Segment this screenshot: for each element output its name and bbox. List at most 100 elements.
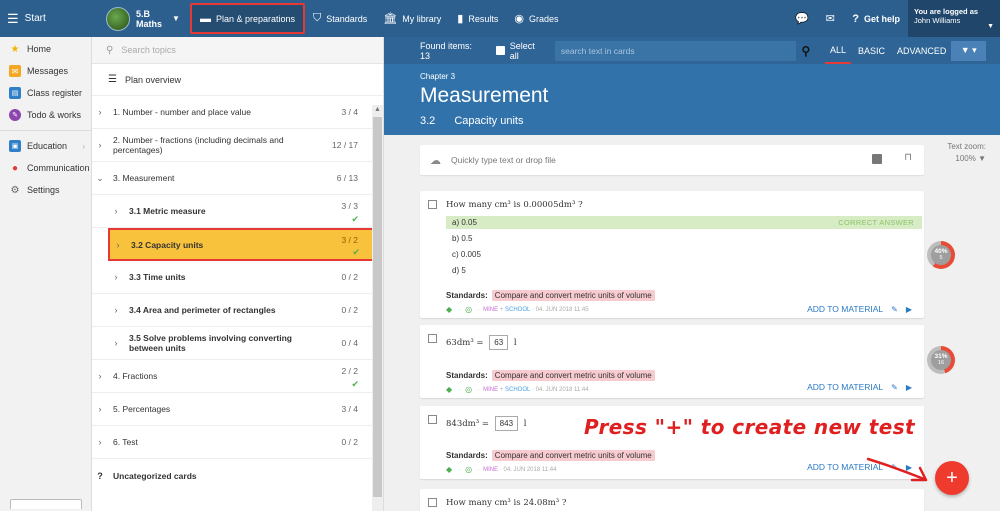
- chat-icon[interactable]: 💬: [788, 12, 816, 25]
- card-question: 63dm³ = 63 l: [446, 335, 517, 350]
- bar-chart-icon: ▮: [457, 13, 464, 25]
- add-test-button[interactable]: +: [935, 461, 969, 495]
- meta-mine: MINE: [483, 466, 499, 473]
- question-card[interactable]: 63dm³ = 63 l Standards: Compare and conv…: [420, 325, 924, 398]
- nav-item-settings[interactable]: ⚙ Settings: [0, 179, 91, 201]
- class-selector[interactable]: 5.B Maths ▼: [106, 6, 180, 31]
- nav-item-communication[interactable]: ● Communication ›: [0, 157, 91, 179]
- get-help-button[interactable]: ? Get help: [844, 13, 908, 25]
- scrollbar-thumb[interactable]: [373, 117, 382, 497]
- topic-item[interactable]: ⌄ 3. Measurement 6 / 13: [92, 162, 372, 195]
- subtopic-item[interactable]: › 3.3 Time units 0 / 2: [92, 261, 372, 294]
- card-checkbox[interactable]: [428, 415, 437, 424]
- tag-icon[interactable]: ◆: [446, 465, 452, 474]
- pencil-icon[interactable]: ✎: [891, 305, 898, 314]
- badge-percent: 40%: [934, 248, 948, 255]
- logged-as-label: You are logged as: [914, 7, 979, 16]
- text-zoom-value: 100%: [955, 154, 976, 163]
- pencil-icon[interactable]: ✎: [891, 383, 898, 392]
- card-checkbox[interactable]: [428, 334, 437, 343]
- nav-item-todo-works[interactable]: ✎ Todo & works: [0, 104, 91, 126]
- globe-icon[interactable]: ◎: [465, 305, 472, 314]
- nav-my-library[interactable]: 🏛 My library: [375, 0, 449, 37]
- subtopic-item[interactable]: › 3.5 Solve problems involving convertin…: [92, 327, 372, 360]
- answer-option-correct: a) 0.05 CORRECT ANSWER: [446, 216, 922, 229]
- search-topics-field[interactable]: ⚲ Search topics: [92, 37, 383, 64]
- answer-option: c) 0.005: [446, 248, 922, 261]
- quick-input[interactable]: ☁ Quickly type text or drop file ⊓: [420, 145, 924, 175]
- filter-funnel-icon[interactable]: ▼ ▾: [951, 40, 987, 61]
- answer-text: a) 0.05: [452, 218, 477, 227]
- topic-item[interactable]: › 1. Number - number and place value 3 /…: [92, 96, 372, 129]
- nav-results[interactable]: ▮ Results: [449, 0, 506, 37]
- subtopic-item[interactable]: › 3.1 Metric measure 3 / 3 ✔: [92, 195, 372, 228]
- select-all-checkbox[interactable]: [496, 46, 505, 55]
- card-search-input[interactable]: search text in cards: [554, 40, 796, 61]
- nav-plan-preparations[interactable]: ▬ Plan & preparations: [189, 3, 305, 34]
- topic-count: 0 / 2: [341, 305, 358, 315]
- topic-item[interactable]: › 4. Fractions 2 / 2 ✔: [92, 360, 372, 393]
- topic-item[interactable]: › 2. Number - fractions (including decim…: [92, 129, 372, 162]
- standards-label: Standards:: [446, 451, 488, 460]
- grades-icon: ◉: [514, 13, 524, 25]
- question-card[interactable]: How many cm³ is 0.00005dm³ ? a) 0.05 COR…: [420, 191, 924, 318]
- chevron-right-icon: ›: [98, 371, 102, 381]
- envelope-icon[interactable]: ✉: [816, 12, 844, 25]
- standard-pill[interactable]: Compare and convert metric units of volu…: [491, 370, 655, 381]
- nav-item-home[interactable]: ★ Home: [0, 38, 91, 60]
- topic-item[interactable]: › 6. Test 0 / 2: [92, 426, 372, 459]
- nav-grades[interactable]: ◉ Grades: [506, 0, 566, 37]
- user-menu[interactable]: You are logged as John Williams ▼: [908, 0, 1000, 37]
- topics-scrollbar[interactable]: ▲: [372, 105, 383, 511]
- standard-pill[interactable]: Compare and convert metric units of volu…: [491, 290, 655, 301]
- nav-item-label: Education: [27, 141, 68, 151]
- school-year-selector[interactable]: [10, 499, 82, 509]
- topic-count: 3 / 3: [341, 201, 358, 211]
- add-to-material[interactable]: ADD TO MATERIAL ✎ ▶: [807, 304, 912, 314]
- nav-item-education[interactable]: ▣ Education ›: [0, 135, 91, 157]
- filter-basic[interactable]: BASIC: [853, 37, 890, 64]
- subtopic-item[interactable]: › 3.4 Area and perimeter of rectangles 0…: [92, 294, 372, 327]
- nav-item-class-register[interactable]: ▤ Class register: [0, 82, 91, 104]
- tag-icon[interactable]: ◆: [446, 385, 452, 394]
- meta-school: SCHOOL: [504, 386, 531, 393]
- play-icon[interactable]: ▶: [906, 383, 912, 392]
- list-icon: ☰: [108, 74, 117, 85]
- card-meta: ◆ · ◎ · MINE + SCHOOL · 04. JUN 2018 11:44: [446, 385, 589, 394]
- nav-item-messages[interactable]: ✉ Messages: [0, 60, 91, 82]
- text-zoom[interactable]: Text zoom: 100% ▼: [936, 141, 986, 165]
- select-all-label[interactable]: Select all: [510, 41, 545, 61]
- standard-pill[interactable]: Compare and convert metric units of volu…: [491, 450, 655, 461]
- nav-label: Plan & preparations: [215, 13, 295, 24]
- question-card[interactable]: How many cm³ is 24.08m³ ?: [420, 489, 924, 511]
- gear-icon: ⚙: [10, 184, 20, 196]
- nav-label: Results: [468, 13, 499, 24]
- chevron-right-icon: ›: [98, 404, 102, 414]
- topic-item[interactable]: › 5. Percentages 3 / 4: [92, 393, 372, 426]
- plan-overview-item[interactable]: ☰ Plan overview: [92, 64, 383, 96]
- topic-count: 0 / 4: [341, 338, 358, 348]
- image-icon[interactable]: [872, 154, 882, 164]
- nav-label: My library: [402, 13, 442, 24]
- subtopic-item-selected[interactable]: › 3.2 Capacity units 3 / 2 ✔: [108, 228, 374, 261]
- filter-advanced[interactable]: ADVANCED: [892, 37, 951, 64]
- globe-icon[interactable]: ◎: [465, 385, 472, 394]
- start-menu-button[interactable]: ☰ Start: [0, 0, 92, 37]
- card-meta: ◆ · ◎ · MINE + SCHOOL · 04. JUN 2018 11:45: [446, 305, 589, 314]
- scroll-up-icon[interactable]: ▲: [373, 106, 382, 113]
- card-checkbox[interactable]: [428, 498, 437, 507]
- search-icon[interactable]: ⚲: [802, 44, 815, 58]
- topic-item-uncategorized[interactable]: ? Uncategorized cards: [92, 459, 372, 492]
- add-to-material[interactable]: ADD TO MATERIAL ✎ ▶: [807, 382, 912, 392]
- chevron-right-icon: ›: [114, 338, 118, 348]
- filter-all[interactable]: ALL: [825, 37, 852, 64]
- tag-icon[interactable]: ◆: [446, 305, 452, 314]
- topic-count: 0 / 2: [341, 272, 358, 282]
- play-icon[interactable]: ▶: [906, 305, 912, 314]
- attachment-icon[interactable]: ⊓: [904, 152, 912, 163]
- topics-panel: ⚲ Search topics ☰ Plan overview › 1. Num…: [92, 37, 384, 511]
- nav-standards[interactable]: ⛉ Standards: [305, 0, 375, 37]
- globe-icon[interactable]: ◎: [465, 465, 472, 474]
- todo-icon: ✎: [9, 109, 21, 121]
- card-checkbox[interactable]: [428, 200, 437, 209]
